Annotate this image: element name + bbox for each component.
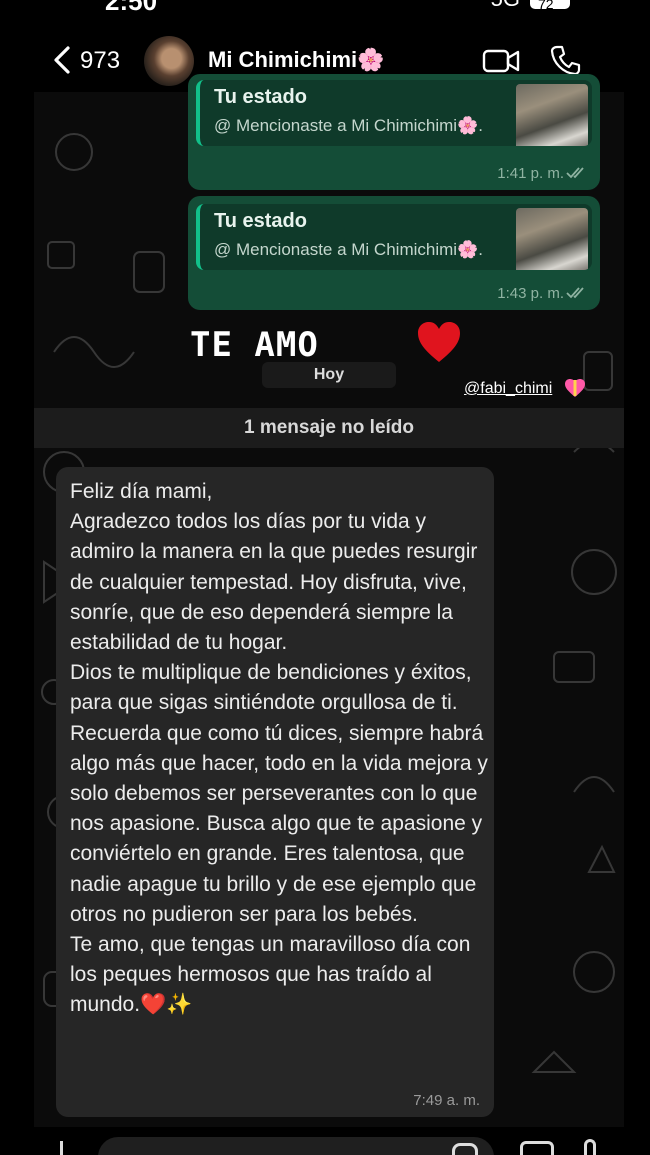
contact-name[interactable]: Mi Chimichimi🌸 [208,47,385,73]
outgoing-status-reply[interactable]: Tu estado @ Mencionaste a Mi Chimichimi🌸… [188,74,600,190]
outgoing-status-reply[interactable]: Tu estado @ Mencionaste a Mi Chimichimi🌸… [188,196,600,310]
status-quote[interactable]: Tu estado @ Mencionaste a Mi Chimichimi🌸… [196,80,592,146]
double-check-icon [566,167,584,179]
date-pill: Hoy [262,362,396,388]
status-thumbnail[interactable] [516,208,588,270]
composer-bar [0,1127,650,1155]
status-thumbnail[interactable] [516,84,588,146]
message-time: 1:43 p. m. [497,285,564,302]
status-time: 2:50 [105,0,157,12]
incoming-message[interactable]: Feliz día mami, Agradezco todos los días… [56,467,494,1117]
message-time: 1:41 p. m. [497,165,564,182]
double-check-icon [566,287,584,299]
status-quote[interactable]: Tu estado @ Mencionaste a Mi Chimichimi🌸… [196,204,592,270]
sticker-icon[interactable] [452,1143,478,1155]
message-time: 7:49 a. m. [413,1092,480,1109]
message-input[interactable] [98,1137,494,1155]
quote-title: Tu estado [214,86,307,108]
plus-icon[interactable] [60,1141,70,1155]
story-mention: @fabi_chimi [464,380,553,397]
back-chevron-icon[interactable] [48,44,78,76]
battery-icon: 72 [530,0,570,12]
camera-icon[interactable] [520,1141,554,1155]
message-text: Feliz día mami, Agradezco todos los días… [70,480,488,1017]
status-bar: 2:50 5G 72 [0,0,650,12]
gift-heart-icon [565,379,585,397]
mic-icon[interactable] [584,1139,596,1155]
heart-icon [418,322,460,362]
unread-banner: 1 mensaje no leído [34,408,624,448]
avatar[interactable] [144,36,194,86]
phone-icon[interactable] [550,44,582,76]
quote-title: Tu estado [214,210,307,232]
status-indicators: 5G 72 [491,0,570,12]
quote-subtitle: @ Mencionaste a Mi Chimichimi🌸. [214,240,483,259]
story-overlay-text: TE AMO [190,325,319,365]
signal-label: 5G [491,0,520,12]
video-call-icon[interactable] [482,48,520,74]
unread-chats-count[interactable]: 973 [80,47,120,75]
quote-subtitle: @ Mencionaste a Mi Chimichimi🌸. [214,116,483,135]
